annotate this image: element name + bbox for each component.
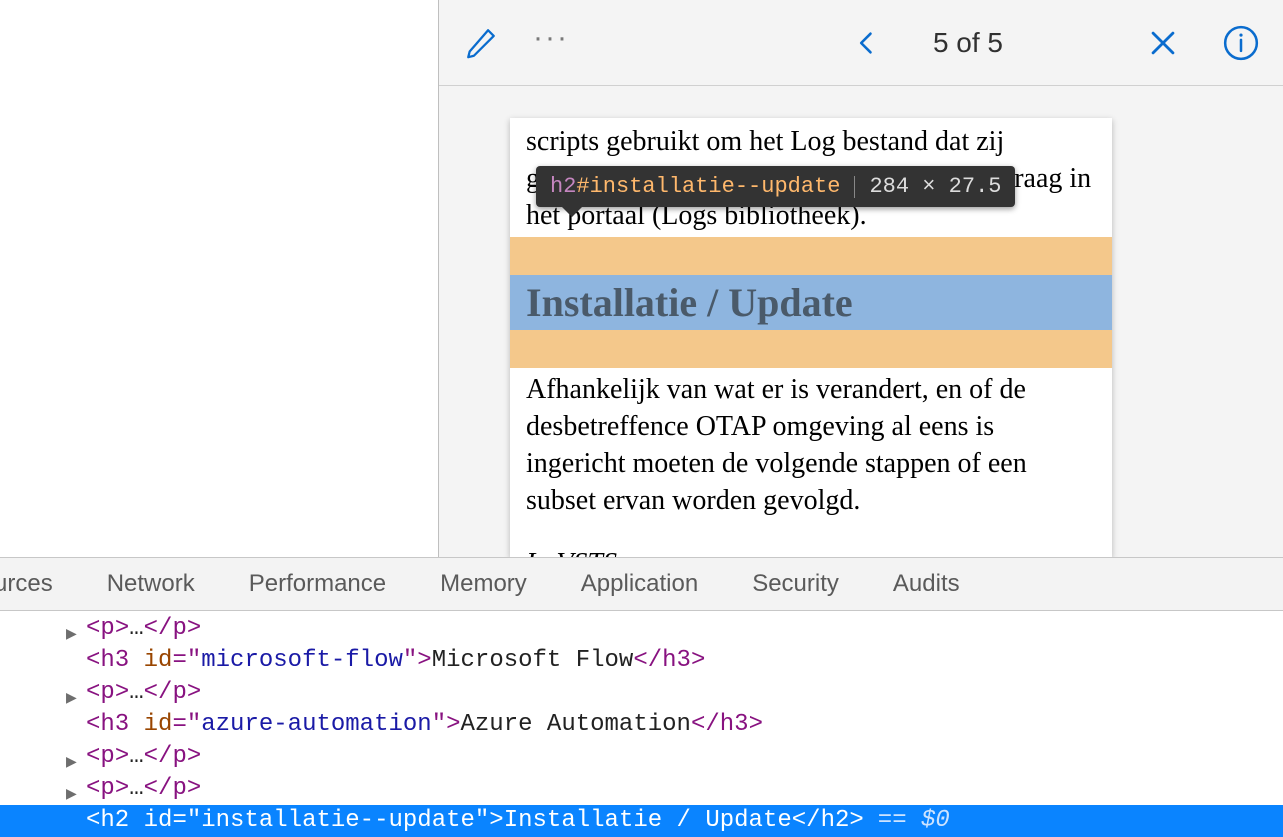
tab-sources[interactable]: urces <box>0 570 57 598</box>
prev-button[interactable] <box>845 21 889 65</box>
text-emphasis: VSTS <box>556 548 617 557</box>
tooltip-tag: h2 <box>550 174 576 199</box>
tab-audits[interactable]: Audits <box>889 570 964 598</box>
close-icon <box>1146 26 1180 60</box>
tab-security[interactable]: Security <box>748 570 843 598</box>
tab-network[interactable]: Network <box>103 570 199 598</box>
toolbar-right-group: 5 of 5 <box>845 21 1263 65</box>
devtools-tabs: urces Network Performance Memory Applica… <box>0 558 1283 611</box>
dom-tree[interactable]: ▶<p>…</p> <h3 id="microsoft-flow">Micros… <box>0 611 1283 837</box>
tooltip-selector: h2#installatie--update <box>550 174 840 199</box>
highlight-content: Installatie / Update <box>510 275 1112 330</box>
dom-text: Microsoft Flow <box>432 647 634 674</box>
highlight-margin-top <box>510 237 1112 275</box>
tooltip-dimensions: 284 × 27.5 <box>869 174 1001 199</box>
tooltip-separator <box>854 176 855 198</box>
edit-button[interactable] <box>459 21 503 65</box>
more-button[interactable]: ··· <box>529 21 573 65</box>
element-inspector-tooltip: h2#installatie--update 284 × 27.5 <box>536 166 1015 207</box>
ellipsis-icon: ··· <box>533 23 569 63</box>
dom-node-h3-automation[interactable]: <h3 id="azure-automation">Azure Automati… <box>0 709 1283 741</box>
chevron-left-icon <box>853 23 881 63</box>
dom-text: Azure Automation <box>461 711 691 738</box>
dom-node-h2-selected[interactable]: <h2 id="installatie--update">Installatie… <box>0 805 1283 837</box>
dom-node-p[interactable]: ▶<p>…</p> <box>0 613 1283 645</box>
dom-node-p[interactable]: ▶<p>…</p> <box>0 773 1283 805</box>
tab-application[interactable]: Application <box>577 570 702 598</box>
dom-node-p[interactable]: ▶<p>…</p> <box>0 677 1283 709</box>
tab-performance[interactable]: Performance <box>245 570 390 598</box>
document-paragraph: In VSTS <box>526 548 1096 557</box>
page-counter: 5 of 5 <box>933 27 1003 59</box>
info-button[interactable] <box>1219 21 1263 65</box>
pencil-icon <box>464 26 498 60</box>
tab-memory[interactable]: Memory <box>436 570 531 598</box>
top-region: ··· 5 of 5 <box>0 0 1283 557</box>
inspected-element-highlight: Installatie / Update <box>510 237 1112 368</box>
preview-toolbar: ··· 5 of 5 <box>439 0 1283 86</box>
toolbar-left-group: ··· <box>459 21 573 65</box>
devtools-panel: urces Network Performance Memory Applica… <box>0 557 1283 830</box>
highlight-margin-bottom <box>510 330 1112 368</box>
tooltip-id: #installatie--update <box>576 174 840 199</box>
info-icon <box>1222 24 1260 62</box>
dom-node-h3-flow[interactable]: <h3 id="microsoft-flow">Microsoft Flow</… <box>0 645 1283 677</box>
dom-node-p[interactable]: ▶<p>…</p> <box>0 741 1283 773</box>
text: In <box>526 548 556 557</box>
document-heading: Installatie / Update <box>526 279 853 326</box>
document-paragraph: Afhankelijk van wat er is verandert, en … <box>526 372 1096 520</box>
close-button[interactable] <box>1141 21 1185 65</box>
